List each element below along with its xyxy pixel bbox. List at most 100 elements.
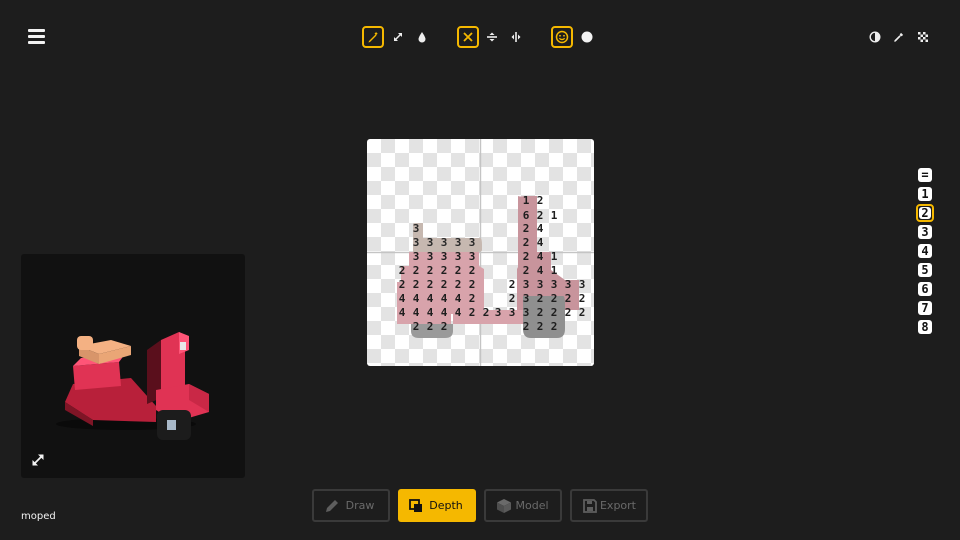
depth-value: 3 — [523, 278, 530, 291]
depth-value: 2 — [537, 292, 544, 305]
depth-value: 2 — [579, 306, 586, 319]
depth-value: 2 — [469, 264, 476, 277]
layer-button-0[interactable]: = — [916, 166, 934, 184]
depth-value: 4 — [455, 292, 462, 305]
depth-value: 3 — [523, 306, 530, 319]
depth-value: 4 — [537, 222, 544, 235]
contrast-icon — [869, 31, 881, 43]
depth-value: 2 — [413, 278, 420, 291]
contrast-button[interactable] — [864, 26, 886, 48]
depth-layers-icon — [406, 496, 426, 516]
model-preview[interactable] — [21, 254, 245, 478]
depth-value: 4 — [413, 292, 420, 305]
depth-value: 2 — [399, 264, 406, 277]
depth-value: 3 — [441, 236, 448, 249]
depth-value: 4 — [537, 250, 544, 263]
depth-value: 3 — [455, 236, 462, 249]
depth-value: 4 — [441, 306, 448, 319]
depth-value: 2 — [413, 320, 420, 333]
depth-value: 3 — [441, 250, 448, 263]
depth-value: 2 — [441, 264, 448, 277]
moped-pixel-art: 1 26 2 13 2 43 3 3 3 3 2 43 3 3 3 3 2 4 12 2 2 2 2 2 2 4 12 2 2 2 2 2 2 3… — [367, 139, 594, 366]
depth-value: 2 — [551, 306, 558, 319]
droplet-icon — [418, 32, 426, 43]
floppy-disk-icon — [580, 496, 600, 516]
depth-value: 4 — [413, 306, 420, 319]
layer-label: 6 — [918, 282, 932, 296]
depth-value: 2 — [579, 292, 586, 305]
layer-button-7[interactable]: 7 — [916, 299, 934, 317]
depth-value: 2 — [523, 222, 530, 235]
depth-value: 2 — [523, 320, 530, 333]
hamburger-menu-icon[interactable] — [28, 28, 46, 44]
depth-value: 2 — [427, 264, 434, 277]
depth-value: 3 — [469, 250, 476, 263]
white-dot-icon — [581, 31, 593, 43]
depth-value: 2 — [469, 278, 476, 291]
depth-value: 3 — [579, 278, 586, 291]
resize-tool-button[interactable] — [387, 26, 409, 48]
layer-button-6[interactable]: 6 — [916, 280, 934, 298]
pencil-tool-button[interactable] — [362, 26, 384, 48]
moped-3d-render — [56, 332, 209, 440]
depth-value: 3 — [413, 250, 420, 263]
depth-value: 4 — [399, 306, 406, 319]
tab-depth[interactable]: Depth — [398, 489, 476, 522]
layer-button-2[interactable]: 2 — [916, 204, 934, 222]
flip-vertical-icon — [487, 32, 497, 42]
tab-export-label: Export — [599, 499, 636, 512]
depth-value: 6 — [523, 209, 530, 222]
layer-label: = — [918, 168, 932, 182]
flip-horizontal-button[interactable] — [505, 26, 527, 48]
depth-value: 4 — [441, 292, 448, 305]
layer-button-8[interactable]: 8 — [916, 318, 934, 336]
color-dot-button[interactable] — [576, 26, 598, 48]
depth-value: 2 — [551, 320, 558, 333]
eyedropper-button[interactable] — [888, 26, 910, 48]
fill-tool-button[interactable] — [411, 26, 433, 48]
depth-value: 3 — [413, 236, 420, 249]
depth-value: 3 — [469, 236, 476, 249]
depth-value: 2 — [441, 278, 448, 291]
layer-label: 4 — [918, 244, 932, 258]
depth-value: 3 — [495, 306, 502, 319]
mirror-x-button[interactable] — [457, 26, 479, 48]
checkerboard-button[interactable] — [912, 26, 934, 48]
pencil-icon — [368, 32, 378, 43]
flip-horizontal-icon — [511, 32, 521, 42]
depth-value: 4 — [537, 264, 544, 277]
depth-value: 3 — [427, 250, 434, 263]
tab-export[interactable]: Export — [570, 489, 648, 522]
depth-value: 1 — [523, 194, 530, 207]
pencil-icon — [322, 496, 342, 516]
depth-value: 2 — [523, 250, 530, 263]
depth-value: 4 — [399, 292, 406, 305]
smiley-button[interactable] — [551, 26, 573, 48]
layer-button-1[interactable]: 1 — [916, 185, 934, 203]
depth-value: 1 — [551, 209, 558, 222]
layer-button-5[interactable]: 5 — [916, 261, 934, 279]
layer-label: 1 — [918, 187, 932, 201]
model-name: moped — [21, 511, 56, 522]
depth-value: 2 — [413, 264, 420, 277]
depth-value: 2 — [565, 292, 572, 305]
depth-value: 2 — [441, 320, 448, 333]
depth-value: 3 — [565, 278, 572, 291]
resize-arrows-icon — [393, 32, 403, 42]
depth-value: 2 — [455, 264, 462, 277]
expand-preview-button[interactable] — [30, 452, 46, 472]
depth-value: 2 — [427, 320, 434, 333]
flip-vertical-button[interactable] — [481, 26, 503, 48]
depth-value: 2 — [537, 306, 544, 319]
depth-value: 2 — [469, 292, 476, 305]
depth-value: 4 — [455, 306, 462, 319]
drawing-canvas[interactable]: 1262132433333243333324122222224122222223… — [367, 139, 594, 366]
depth-value: 3 — [551, 278, 558, 291]
tab-draw[interactable]: Draw — [312, 489, 390, 522]
layer-button-3[interactable]: 3 — [916, 223, 934, 241]
depth-value: 2 — [399, 278, 406, 291]
cube-icon — [494, 496, 514, 516]
layer-button-4[interactable]: 4 — [916, 242, 934, 260]
eyedropper-icon — [894, 32, 904, 42]
tab-model[interactable]: Model — [484, 489, 562, 522]
